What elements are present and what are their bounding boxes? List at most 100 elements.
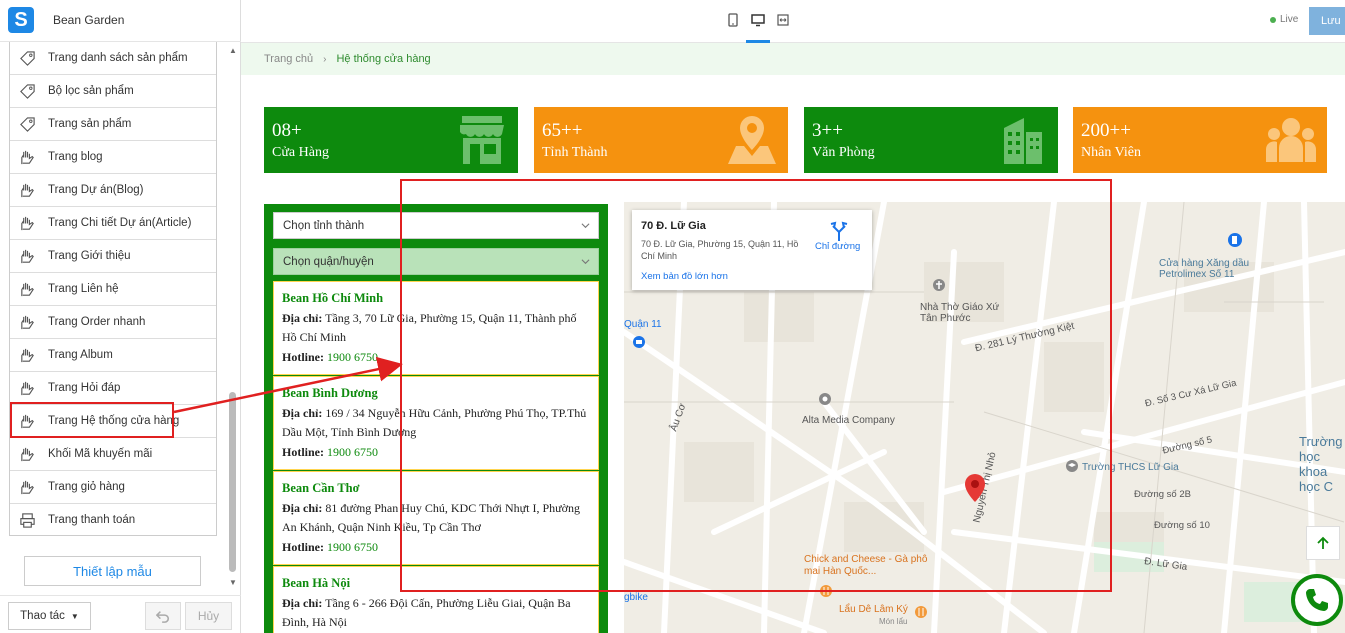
restaurant-icon <box>915 606 927 618</box>
store-card[interactable]: Bean Hồ Chí Minh Địa chỉ: Tầng 3, 70 Lữ G… <box>273 281 599 375</box>
page-preview: Trang chủ › Hệ thống cửa hàng 08+ Cửa Hà… <box>241 43 1345 633</box>
undo-button[interactable] <box>145 602 181 630</box>
hotline-label: Hotline: <box>282 539 324 554</box>
sidebar-footer: Thao tác ▼ Hủy <box>0 595 241 633</box>
chevron-down-icon <box>581 259 590 265</box>
business-icon <box>819 393 831 405</box>
store-icon <box>460 116 504 164</box>
store-hotline: Hotline: 1900 6750 <box>282 538 590 558</box>
app-logo[interactable]: S <box>8 7 34 33</box>
map-label-petrolimex: Cửa hàng Xăng dầu Petrolimex Số 11 <box>1159 258 1250 280</box>
map-label-alta: Alta Media Company <box>802 415 895 426</box>
sidebar-item[interactable]: Trang Hệ thống cửa hàng <box>10 405 216 438</box>
address-value: 169 / 34 Nguyễn Hữu Cảnh, Phường Phú Thọ… <box>282 405 587 440</box>
stat-card-provinces: 65++ Tỉnh Thành <box>534 107 788 173</box>
scroll-down-arrow-icon[interactable]: ▼ <box>228 578 238 588</box>
scroll-thumb[interactable] <box>229 392 236 572</box>
stat-label: Văn Phòng <box>812 145 875 160</box>
mobile-icon <box>728 13 738 27</box>
store-card[interactable]: Bean Bình Dương Địa chỉ: 169 / 34 Nguyễn … <box>273 376 599 470</box>
map-card-title: 70 Đ. Lữ Gia <box>641 220 706 232</box>
sidebar-item-label: Trang Hệ thống cửa hàng <box>48 415 180 427</box>
breadcrumb-home-link[interactable]: Trang chủ <box>264 53 313 65</box>
sidebar-item[interactable]: Bộ lọc sản phẩm <box>10 75 216 108</box>
scroll-up-arrow-icon[interactable]: ▲ <box>228 46 238 56</box>
actions-label: Thao tác <box>20 610 65 622</box>
mobile-view-button[interactable] <box>725 12 741 28</box>
store-name: Bean Cần Thơ <box>282 481 360 495</box>
actions-dropdown[interactable]: Thao tác ▼ <box>8 602 91 630</box>
sidebar-item[interactable]: Trang Giới thiệu <box>10 240 216 273</box>
map-label-mon-lau: Món lẩu <box>879 617 908 626</box>
app-root: S Bean Garden Trang danh sách sản phẩm Bộ… <box>0 0 1345 633</box>
store-address: Địa chỉ: 169 / 34 Nguyễn Hữu Cảnh, Phườn… <box>282 404 590 443</box>
sidebar-item[interactable]: Trang Hỏi đáp <box>10 372 216 405</box>
sidebar-item[interactable]: Khối Mã khuyến mãi <box>10 438 216 471</box>
store-card[interactable]: Bean Hà Nội Địa chỉ: Tầng 6 - 266 Đội Cấn… <box>273 566 599 633</box>
stat-number: 08+ <box>272 120 302 141</box>
province-select[interactable]: Chọn tỉnh thành <box>273 212 599 239</box>
stat-label: Nhân Viên <box>1081 145 1141 160</box>
save-button[interactable]: Lưu <box>1309 7 1345 35</box>
sidebar-item-label: Trang Order nhanh <box>48 316 146 328</box>
larger-map-link[interactable]: Xem bản đồ lớn hơn <box>641 271 728 282</box>
district-select-value: Chọn quận/huyện <box>283 255 374 268</box>
sidebar-item-label: Trang Chi tiết Dự án(Article) <box>48 217 192 229</box>
sidebar-scrollbar[interactable]: ▲ ▼ <box>226 42 240 592</box>
sidebar-item-label: Trang Album <box>48 349 113 361</box>
hotline-value[interactable]: 1900 6750 <box>327 350 378 364</box>
arrow-up-icon <box>1317 536 1329 549</box>
sidebar-item[interactable]: Trang sản phẩm <box>10 108 216 141</box>
hand-icon <box>18 478 36 496</box>
sidebar-item[interactable]: Trang Order nhanh <box>10 306 216 339</box>
directions-link[interactable]: Chỉ đường <box>815 241 860 252</box>
fullwidth-view-button[interactable] <box>775 12 791 28</box>
stat-number: 200++ <box>1081 120 1131 141</box>
hand-icon <box>18 247 36 265</box>
store-name: Bean Hà Nội <box>282 576 351 590</box>
hotline-value[interactable]: 1900 6750 <box>327 445 378 459</box>
sidebar-item[interactable]: Trang blog <box>10 141 216 174</box>
sidebar-item[interactable]: Trang Dự án(Blog) <box>10 174 216 207</box>
sidebar-item[interactable]: Trang giỏ hàng <box>10 471 216 504</box>
site-name: Bean Garden <box>53 13 125 27</box>
sidebar-item-label: Trang Hỏi đáp <box>48 382 121 394</box>
map-marker-icon[interactable] <box>964 473 986 503</box>
sidebar: S Bean Garden Trang danh sách sản phẩm Bộ… <box>0 0 241 633</box>
sidebar-item-label: Trang sản phẩm <box>48 118 132 130</box>
stat-card-stores: 08+ Cửa Hàng <box>264 107 518 173</box>
stat-card-offices: 3++ Văn Phòng <box>804 107 1058 173</box>
store-address: Địa chỉ: Tầng 3, 70 Lữ Gia, Phường 15, Q… <box>282 309 590 348</box>
sidebar-item[interactable]: Trang Liên hệ <box>10 273 216 306</box>
breadcrumb-current: Hệ thống cửa hàng <box>336 53 431 65</box>
sidebar-item[interactable]: Trang thanh toán <box>10 504 216 535</box>
template-settings-button[interactable]: Thiết lập mẫu <box>24 556 201 586</box>
call-button[interactable] <box>1291 574 1343 626</box>
store-name: Bean Bình Dương <box>282 386 378 400</box>
sidebar-item-label: Trang thanh toán <box>48 514 136 526</box>
scroll-to-top-button[interactable] <box>1306 526 1340 560</box>
tag-icon <box>18 49 36 67</box>
hand-icon <box>18 181 36 199</box>
store-list-panel: Chọn tỉnh thành Chọn quận/huyện Bean Hồ … <box>264 204 608 633</box>
cancel-button[interactable]: Hủy <box>185 602 232 630</box>
desktop-view-button[interactable] <box>750 12 766 28</box>
address-value: Tầng 3, 70 Lữ Gia, Phường 15, Quận 11, T… <box>282 310 577 345</box>
sidebar-item[interactable]: Trang Album <box>10 339 216 372</box>
store-map[interactable]: 70 Đ. Lữ Gia 70 Đ. Lữ Gia, Phường 15, Qu… <box>624 202 1345 633</box>
hand-icon <box>18 346 36 364</box>
map-info-card: 70 Đ. Lữ Gia 70 Đ. Lữ Gia, Phường 15, Qu… <box>632 210 872 290</box>
store-card[interactable]: Bean Cần Thơ Địa chỉ: 81 đường Phan Huy C… <box>273 471 599 565</box>
stat-number: 3++ <box>812 120 843 141</box>
hotline-value[interactable]: 1900 6750 <box>327 540 378 554</box>
sidebar-item[interactable]: Trang danh sách sản phẩm <box>10 42 216 75</box>
hand-icon <box>18 280 36 298</box>
directions-icon[interactable] <box>828 220 850 242</box>
school-icon <box>1066 460 1078 472</box>
stat-number: 65++ <box>542 120 583 141</box>
people-icon <box>1265 118 1317 162</box>
district-select[interactable]: Chọn quận/huyện <box>273 248 599 275</box>
map-pin-icon <box>728 116 776 164</box>
store-address: Địa chỉ: Tầng 6 - 266 Đội Cấn, Phường Li… <box>282 594 590 633</box>
sidebar-item[interactable]: Trang Chi tiết Dự án(Article) <box>10 207 216 240</box>
